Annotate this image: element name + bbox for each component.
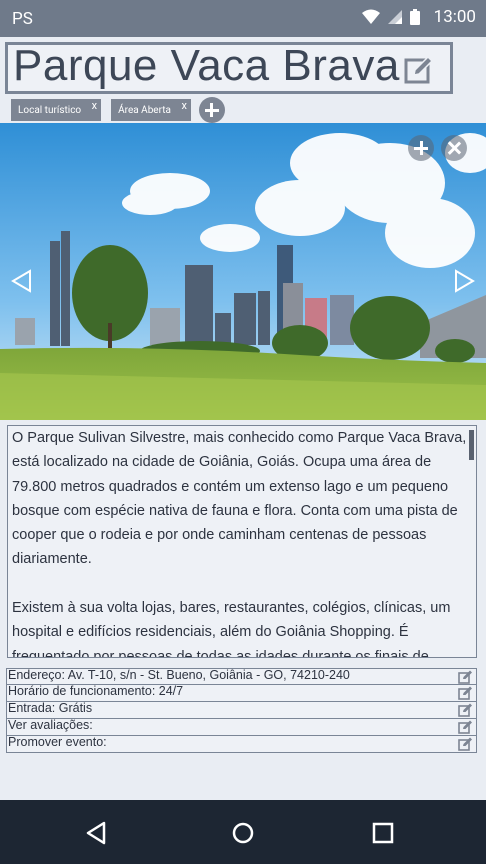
edit-icon[interactable] [458, 720, 473, 734]
navigation-bar [0, 800, 486, 864]
status-icons: 13:00 [361, 7, 476, 27]
hours-text: Horário de funcionamento: 24/7 [8, 684, 184, 698]
scrollbar[interactable] [469, 430, 474, 460]
edit-icon[interactable] [458, 737, 473, 751]
add-tag-button[interactable] [198, 97, 225, 123]
edit-icon[interactable] [458, 670, 473, 684]
tag-list: Local turístico x Área Aberta x [11, 97, 225, 123]
promote-row[interactable]: Promover evento: [6, 735, 477, 753]
description-paragraph: O Parque Sulivan Silvestre, mais conheci… [12, 430, 467, 568]
place-title-box: Parque Vaca Brava [5, 41, 453, 94]
info-list: Endereço: Av. T-10, s/n - St. Bueno, Goi… [6, 668, 477, 753]
address-row: Endereço: Av. T-10, s/n - St. Bueno, Goi… [6, 668, 477, 685]
tag-chip: Local turístico x [11, 99, 102, 121]
remove-tag-button[interactable]: x [92, 99, 97, 112]
tag-label: Local turístico [18, 104, 82, 116]
entry-row: Entrada: Grátis [6, 701, 477, 719]
edit-icon[interactable] [404, 55, 434, 85]
address-text: Endereço: Av. T-10, s/n - St. Bueno, Goi… [8, 668, 350, 682]
tag-label: Área Aberta [118, 104, 171, 116]
battery-icon [409, 9, 420, 25]
recents-icon[interactable] [370, 820, 396, 846]
signal-icon [387, 10, 402, 24]
description-box[interactable]: O Parque Sulivan Silvestre, mais conheci… [7, 425, 477, 658]
promote-text: Promover evento: [8, 735, 107, 749]
remove-tag-button[interactable]: x [181, 99, 186, 112]
page-title: Parque Vaca Brava [13, 41, 400, 90]
add-photo-button[interactable] [408, 135, 434, 161]
reviews-row[interactable]: Ver avaliações: [6, 718, 477, 736]
back-icon[interactable] [84, 820, 110, 846]
triangle-right-icon[interactable] [452, 269, 476, 293]
tag-chip: Área Aberta x [111, 99, 191, 121]
edit-icon[interactable] [458, 686, 473, 700]
edit-icon[interactable] [458, 703, 473, 717]
clock: 13:00 [433, 7, 476, 27]
description-paragraph: Existem à sua volta lojas, bares, restau… [12, 600, 451, 658]
entry-text: Entrada: Grátis [8, 701, 93, 715]
status-bar: PS 13:00 [0, 0, 486, 37]
carrier-label: PS [12, 9, 33, 29]
remove-photo-button[interactable] [441, 135, 467, 161]
park-photo [0, 123, 486, 420]
wifi-icon [361, 9, 380, 24]
home-icon[interactable] [230, 820, 256, 846]
reviews-text: Ver avaliações: [8, 718, 93, 732]
hours-row: Horário de funcionamento: 24/7 [6, 684, 477, 702]
photo-gallery[interactable] [0, 123, 486, 420]
description-text: O Parque Sulivan Silvestre, mais conheci… [12, 426, 468, 658]
triangle-left-icon[interactable] [10, 269, 34, 293]
